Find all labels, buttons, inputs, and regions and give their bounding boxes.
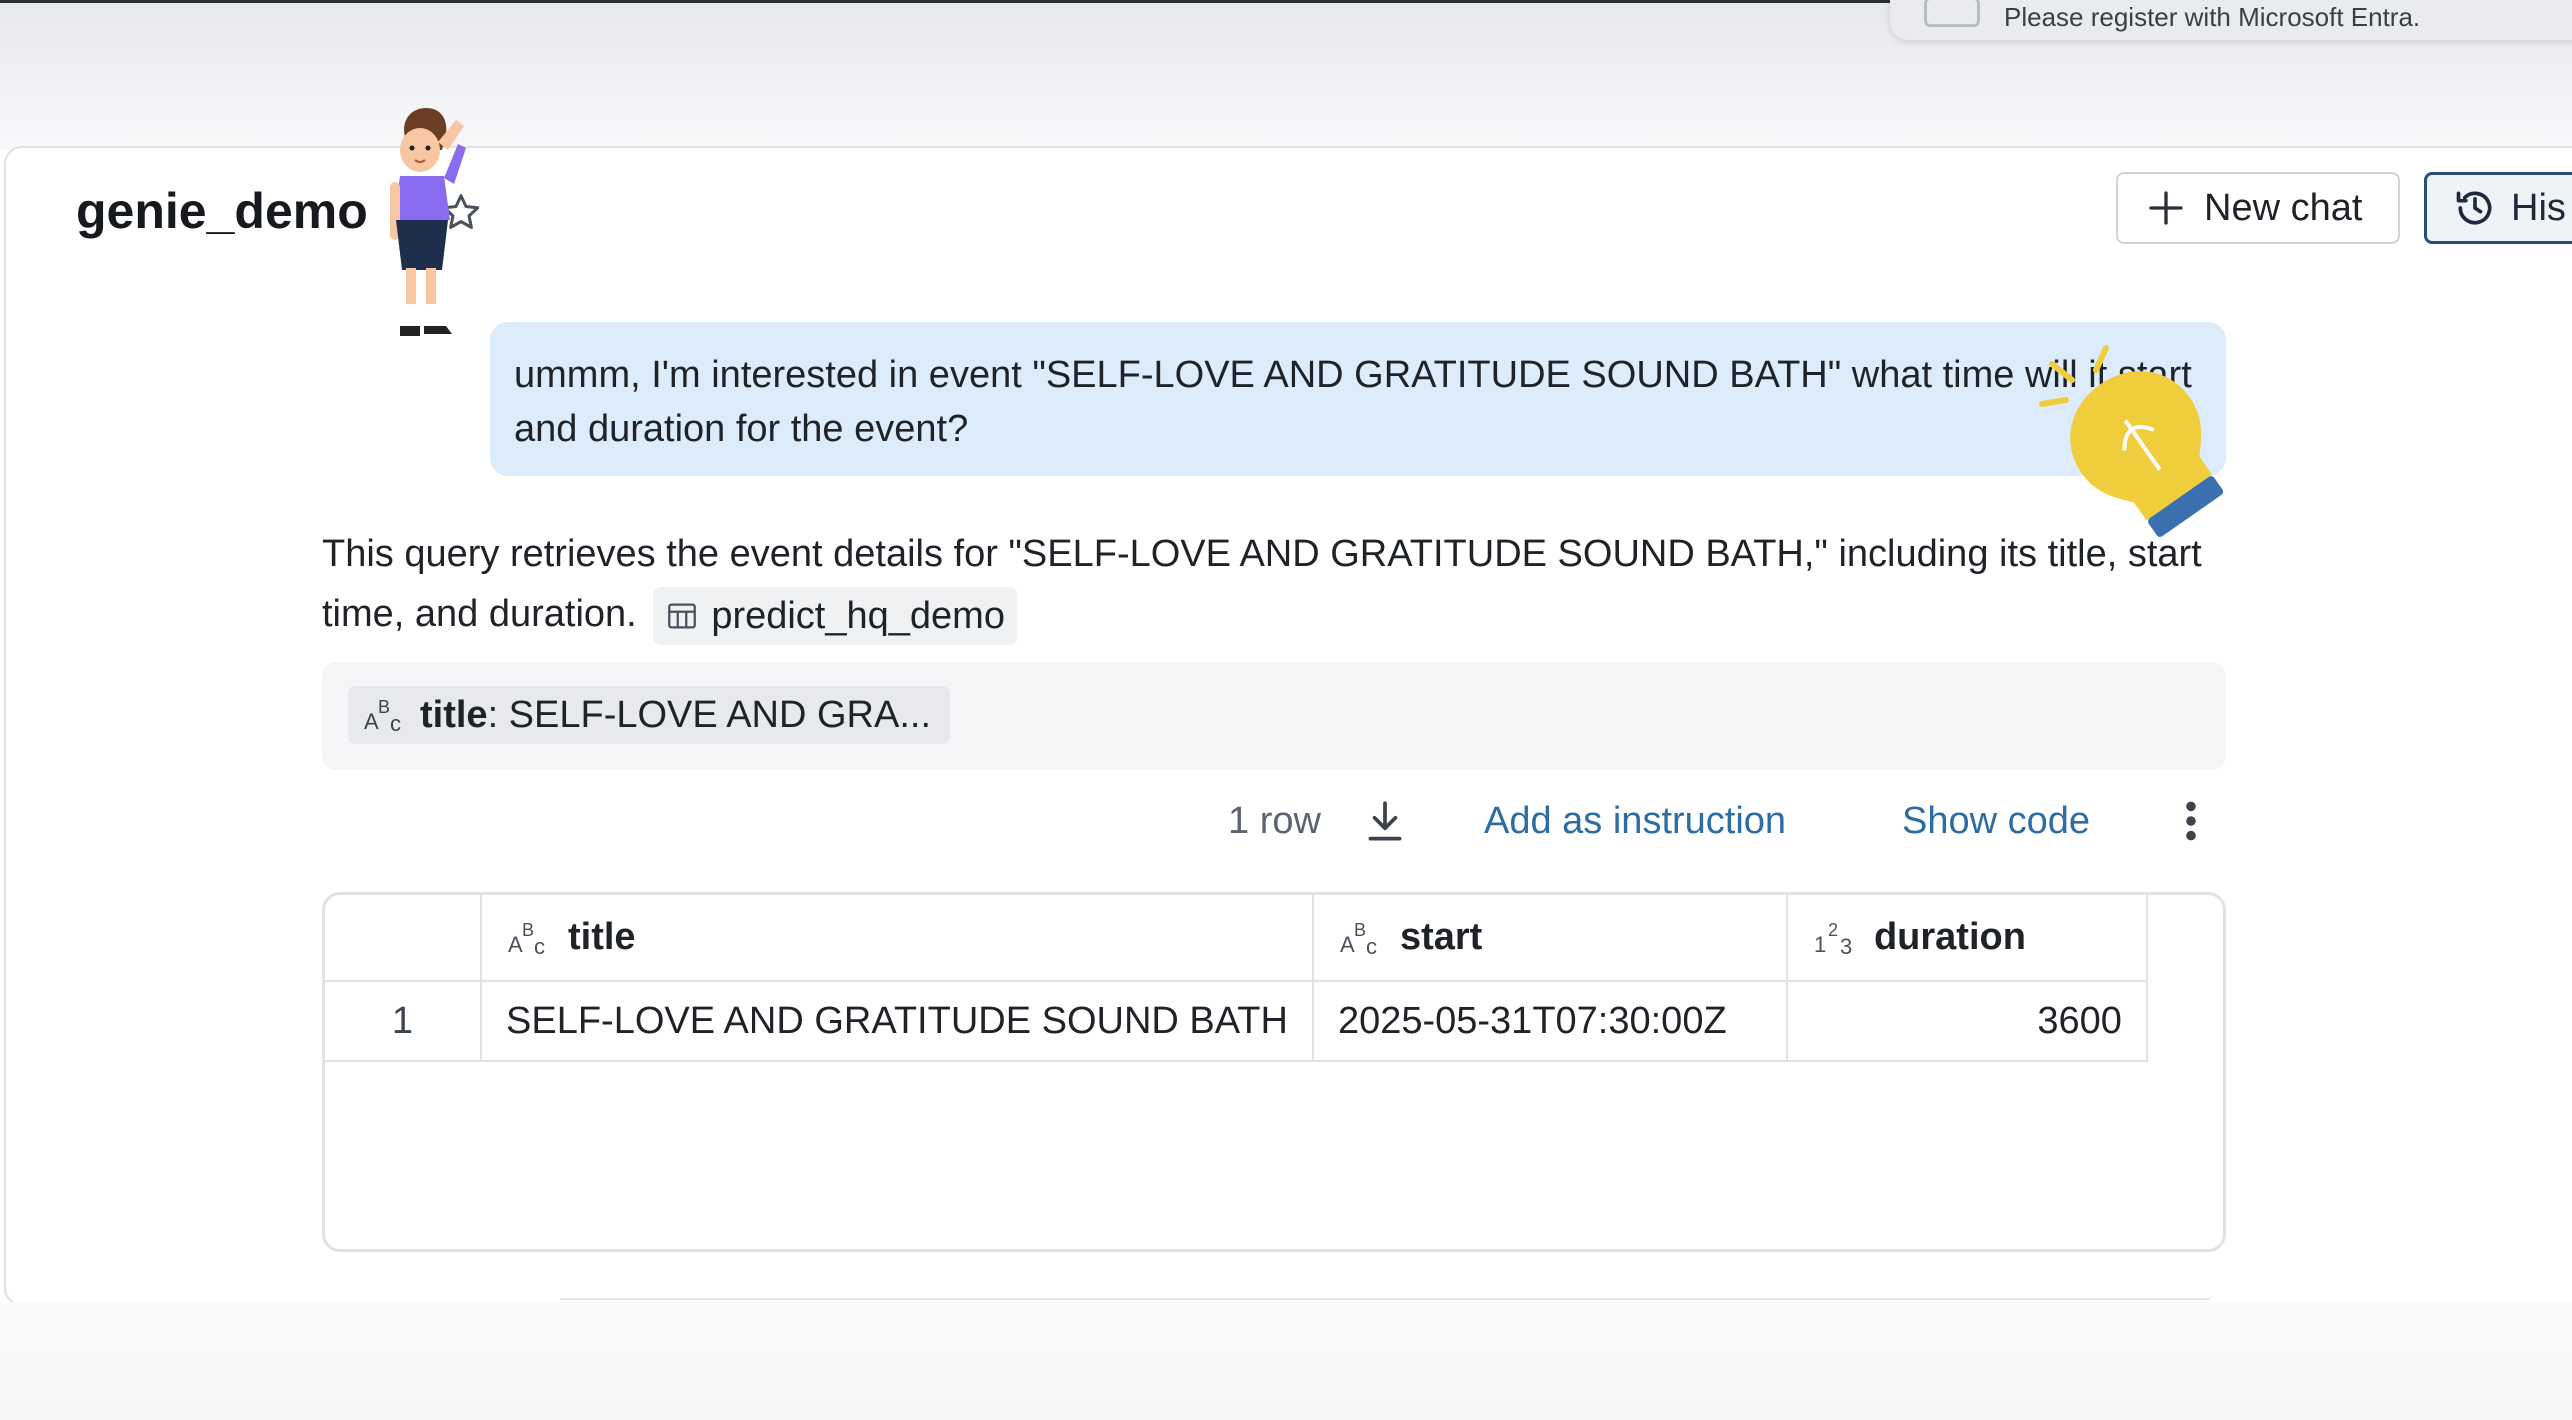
result-table-card: ABc title ABc start 1 2 3 duration 1 SEL… bbox=[322, 892, 2226, 1252]
new-chat-button[interactable]: New chat bbox=[2116, 172, 2400, 244]
svg-text:B: B bbox=[1354, 920, 1366, 940]
svg-text:2: 2 bbox=[1828, 920, 1838, 940]
history-button[interactable]: His bbox=[2424, 172, 2572, 244]
svg-text:c: c bbox=[390, 711, 401, 735]
table-reference-chip[interactable]: predict_hq_demo bbox=[653, 586, 1017, 645]
table-icon bbox=[668, 603, 697, 629]
more-options-icon[interactable] bbox=[2176, 796, 2206, 846]
row-count: 1 row bbox=[1228, 799, 1321, 842]
result-table: ABc title ABc start 1 2 3 duration 1 SEL… bbox=[325, 895, 2148, 1062]
table-row[interactable]: 1 SELF-LOVE AND GRATITUDE SOUND BATH 202… bbox=[325, 980, 2148, 1062]
string-type-icon: ABc bbox=[1338, 918, 1386, 959]
column-header-duration[interactable]: 123 duration bbox=[1785, 895, 2148, 982]
column-header-start[interactable]: ABc start bbox=[1311, 895, 1788, 982]
svg-text:A: A bbox=[1340, 932, 1355, 957]
girl-character-illustration bbox=[390, 108, 466, 336]
add-as-instruction-link[interactable]: Add as instruction bbox=[1484, 794, 1786, 848]
string-type-icon: ABc bbox=[506, 918, 554, 959]
column-label: title bbox=[568, 916, 636, 958]
cell-start[interactable]: 2025-05-31T07:30:00Z bbox=[1311, 980, 1788, 1062]
index-header bbox=[325, 895, 482, 982]
history-label: His bbox=[2511, 186, 2566, 229]
string-type-icon: ABc bbox=[362, 695, 410, 736]
svg-text:c: c bbox=[534, 934, 545, 958]
table-header-row: ABc title ABc start 1 2 3 duration bbox=[325, 895, 2148, 982]
plus-icon bbox=[2149, 191, 2183, 225]
svg-text:3: 3 bbox=[1840, 934, 1852, 958]
bottom-background bbox=[0, 1302, 2572, 1420]
cell-title[interactable]: SELF-LOVE AND GRATITUDE SOUND BATH bbox=[480, 980, 1314, 1062]
show-code-link[interactable]: Show code bbox=[1902, 794, 2090, 848]
notification-icon bbox=[1924, 0, 1980, 27]
history-icon bbox=[2456, 191, 2492, 225]
filter-chip-title[interactable]: ABc title: SELF-LOVE AND GRA... bbox=[348, 686, 950, 744]
svg-text:1: 1 bbox=[1814, 932, 1826, 957]
column-label: start bbox=[1399, 916, 1483, 958]
page-title: genie_demo bbox=[76, 183, 368, 239]
lightbulb-illustration bbox=[2039, 345, 2224, 537]
new-chat-label: New chat bbox=[2204, 186, 2363, 229]
svg-text:A: A bbox=[508, 932, 523, 957]
row-index: 1 bbox=[325, 980, 482, 1062]
svg-text:A: A bbox=[364, 709, 379, 734]
column-label: duration bbox=[1873, 916, 2026, 958]
divider bbox=[560, 1298, 2210, 1300]
filter-value: : SELF-LOVE AND GRA... bbox=[487, 693, 932, 736]
download-icon[interactable] bbox=[1360, 796, 1410, 848]
toast-text: Please register with Microsoft Entra. bbox=[2004, 1, 2421, 32]
cell-duration[interactable]: 3600 bbox=[1785, 980, 2148, 1062]
assistant-answer: This query retrieves the event details f… bbox=[322, 524, 2242, 645]
svg-text:B: B bbox=[522, 920, 534, 940]
user-message-bubble: ummm, I'm interested in event "SELF-LOVE… bbox=[490, 322, 2226, 476]
svg-text:c: c bbox=[1366, 934, 1377, 958]
table-reference-label: predict_hq_demo bbox=[711, 594, 1005, 637]
notification-toast[interactable]: Please register with Microsoft Entra. bbox=[1890, 0, 2572, 40]
number-type-icon: 123 bbox=[1812, 918, 1860, 959]
filter-field: title bbox=[420, 693, 488, 736]
column-header-title[interactable]: ABc title bbox=[480, 895, 1314, 982]
filter-bar: ABc title: SELF-LOVE AND GRA... bbox=[322, 662, 2226, 770]
svg-text:B: B bbox=[378, 697, 390, 717]
answer-text: This query retrieves the event details f… bbox=[322, 533, 2202, 635]
user-message-text: ummm, I'm interested in event "SELF-LOVE… bbox=[514, 354, 2192, 450]
